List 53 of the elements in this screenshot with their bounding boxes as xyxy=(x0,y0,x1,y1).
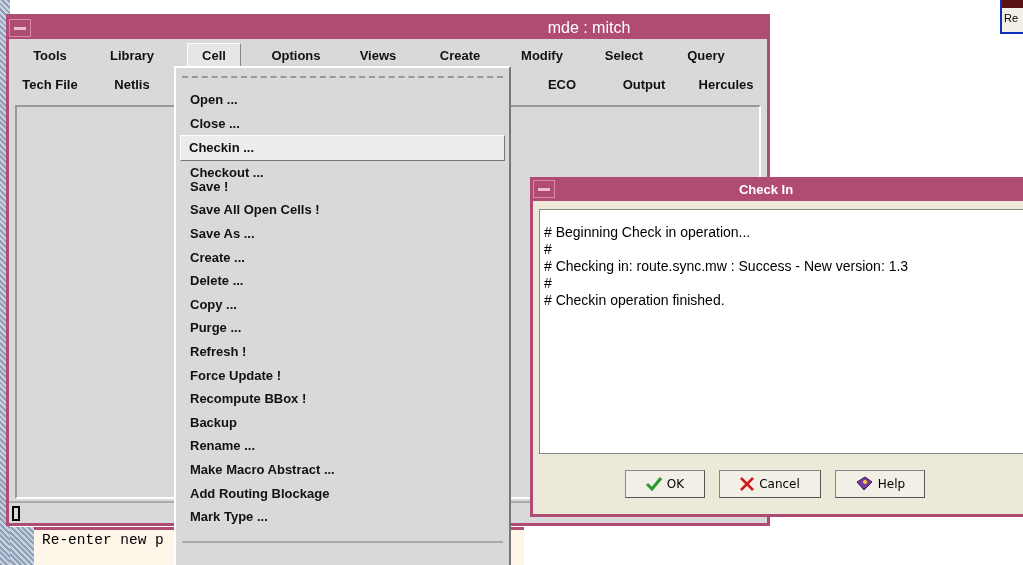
log-line: # xyxy=(544,241,553,258)
window-menu-button[interactable] xyxy=(9,19,31,37)
menu-item[interactable]: Rename ... xyxy=(182,434,503,458)
menu-item[interactable]: Tech File xyxy=(9,72,91,96)
dialog-title: Check In xyxy=(737,181,795,197)
menu-item[interactable]: Open ... xyxy=(182,88,503,112)
close-icon xyxy=(740,477,755,491)
menu-item[interactable]: Create xyxy=(419,43,501,67)
menu-item[interactable]: Save As ... xyxy=(182,221,503,246)
menu-item[interactable]: Add Routing Blockage xyxy=(182,481,503,506)
menu-item[interactable]: Modify xyxy=(501,43,583,67)
menu-item[interactable]: Library xyxy=(91,43,173,67)
title-bar xyxy=(1002,0,1023,8)
menu-item[interactable]: Select xyxy=(583,43,665,67)
window-title: mde : mitch xyxy=(546,19,632,37)
menu-item[interactable]: Backup xyxy=(182,410,503,435)
menu-item[interactable]: Close ... xyxy=(182,111,503,136)
ok-button[interactable]: OK xyxy=(625,470,705,498)
menu-item[interactable]: Cell xyxy=(187,42,241,68)
text-cursor-icon xyxy=(12,505,20,521)
menu-item[interactable]: Purge ... xyxy=(182,316,503,340)
menu-item[interactable]: Delete ... xyxy=(182,269,503,293)
menu-item[interactable]: Refresh ! xyxy=(182,339,503,364)
checkmark-icon xyxy=(645,477,662,491)
menu-item[interactable]: Options xyxy=(255,43,337,67)
desktop-background xyxy=(10,527,34,565)
menu-item[interactable]: Checkout ... xyxy=(182,160,503,179)
book-icon xyxy=(854,476,873,492)
menu-item[interactable]: Query xyxy=(665,43,747,67)
menu-item[interactable]: Mark Type ... xyxy=(182,505,503,529)
menu-item[interactable]: Save ! xyxy=(182,178,503,199)
menu-item[interactable]: Create ... xyxy=(182,245,503,270)
window-text: Re xyxy=(1004,12,1019,24)
log-line: # Checking in: route.sync.mw : Success - New version: 1.3 xyxy=(544,258,910,275)
menu-item[interactable]: Hercules xyxy=(685,72,767,96)
log-line: # Checkin operation finished. xyxy=(544,292,726,309)
menu-item[interactable]: Tools xyxy=(9,43,91,67)
menu-item[interactable]: Make Macro Abstract ... xyxy=(182,457,503,482)
menu-item[interactable]: Views xyxy=(337,43,419,67)
menu-item[interactable]: Save All Open Cells ! xyxy=(182,198,503,222)
window-menu-button[interactable] xyxy=(533,180,555,198)
menu-item[interactable]: Force Update ! xyxy=(182,363,503,388)
log-line: # xyxy=(544,275,553,292)
log-line: # Beginning Check in operation... xyxy=(544,224,752,241)
tear-off-line[interactable] xyxy=(182,76,503,78)
cancel-button[interactable]: Cancel xyxy=(719,470,821,498)
menu-item[interactable]: Recompute BBox ! xyxy=(182,387,503,411)
menu-item[interactable]: ECO xyxy=(521,72,603,96)
help-button[interactable]: Help xyxy=(835,470,925,498)
menu-item[interactable]: Checkin ... xyxy=(180,135,505,161)
menu-item[interactable]: Copy ... xyxy=(182,292,503,317)
menu-item[interactable]: Netlis xyxy=(91,72,173,96)
menu-item[interactable]: Output xyxy=(603,72,685,96)
